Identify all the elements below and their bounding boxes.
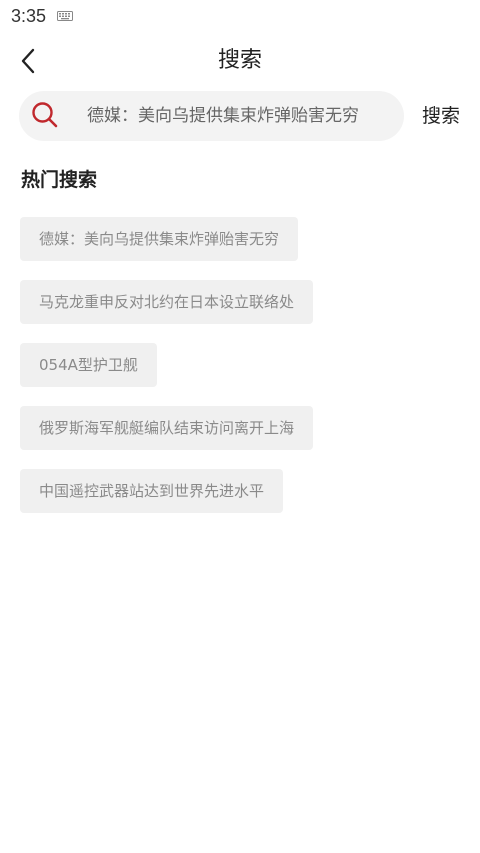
search-box[interactable] bbox=[19, 91, 404, 141]
hot-search-item[interactable]: 中国遥控武器站达到世界先进水平 bbox=[20, 469, 284, 513]
list-item-wrap: 马克龙重申反对北约在日本设立联络处 bbox=[20, 280, 460, 343]
list-item-wrap: 中国遥控武器站达到世界先进水平 bbox=[20, 469, 460, 532]
search-row: 搜索 bbox=[0, 91, 480, 141]
hot-search-title: 热门搜索 bbox=[21, 169, 98, 191]
list-item-wrap: 俄罗斯海军舰艇编队结束访问离开上海 bbox=[20, 406, 460, 469]
status-time: 3:35 bbox=[11, 6, 47, 26]
page-title: 搜索 bbox=[217, 48, 262, 73]
hot-search-list: 德媒：美向乌提供集束炸弹贻害无穷 马克龙重申反对北约在日本设立联络处 054A型… bbox=[20, 217, 460, 532]
hot-search-item[interactable]: 德媒：美向乌提供集束炸弹贻害无穷 bbox=[20, 217, 299, 261]
nav-bar: 搜索 bbox=[0, 38, 480, 84]
search-button[interactable]: 搜索 bbox=[414, 91, 468, 141]
list-item-wrap: 德媒：美向乌提供集束炸弹贻害无穷 bbox=[20, 217, 460, 280]
back-button[interactable] bbox=[10, 42, 48, 80]
search-icon bbox=[32, 102, 58, 128]
search-input[interactable] bbox=[87, 91, 375, 141]
list-item-wrap: 054A型护卫舰 bbox=[20, 343, 460, 406]
keyboard-icon bbox=[57, 11, 73, 21]
status-bar: 3:35 bbox=[0, 0, 480, 34]
chevron-left-icon bbox=[21, 48, 35, 74]
hot-search-item[interactable]: 054A型护卫舰 bbox=[20, 343, 157, 387]
hot-search-item[interactable]: 俄罗斯海军舰艇编队结束访问离开上海 bbox=[20, 406, 314, 450]
hot-search-item[interactable]: 马克龙重申反对北约在日本设立联络处 bbox=[20, 280, 314, 324]
